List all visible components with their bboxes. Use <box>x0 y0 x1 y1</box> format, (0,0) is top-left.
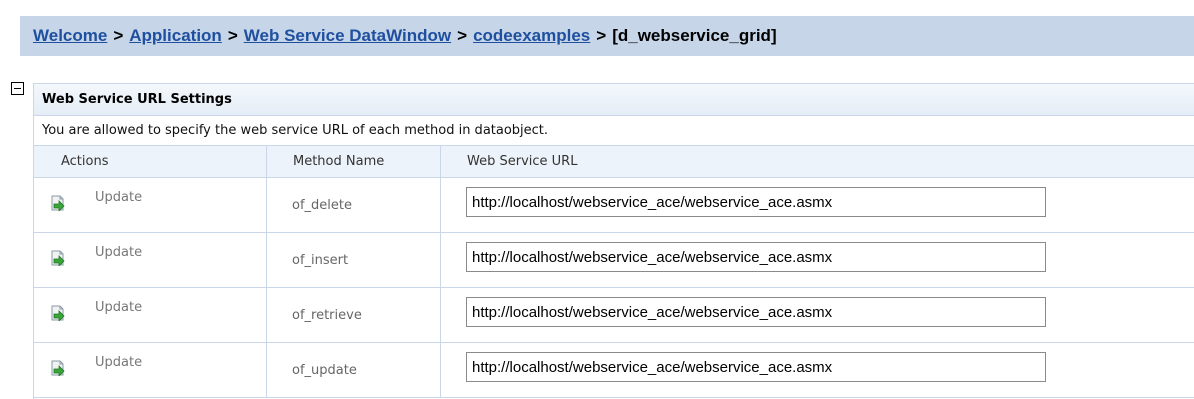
url-cell <box>441 233 1194 287</box>
update-icon[interactable] <box>50 360 66 376</box>
update-link[interactable]: Update <box>95 355 142 370</box>
panel-description: You are allowed to specify the web servi… <box>34 116 1194 146</box>
url-cell <box>441 343 1194 397</box>
web-service-url-input[interactable] <box>466 242 1046 272</box>
table-row: Update of_retrieve <box>34 288 1194 343</box>
breadcrumb-link-welcome[interactable]: Welcome <box>33 26 107 46</box>
update-link[interactable]: Update <box>95 245 142 260</box>
method-name: of_retrieve <box>292 308 362 323</box>
update-link[interactable]: Update <box>95 300 142 315</box>
breadcrumb-current: [d_webservice_grid] <box>612 26 777 45</box>
method-name-cell: of_delete <box>267 178 441 232</box>
web-service-url-input[interactable] <box>466 352 1046 382</box>
breadcrumb-separator: > <box>227 26 238 45</box>
actions-cell: Update <box>34 343 267 397</box>
method-name-cell: of_update <box>267 343 441 397</box>
url-cell <box>441 178 1194 232</box>
actions-cell: Update <box>34 233 267 287</box>
update-icon[interactable] <box>50 195 66 211</box>
table-row: Update of_update <box>34 343 1194 398</box>
grid-header: Actions Method Name Web Service URL <box>34 146 1194 178</box>
breadcrumb-separator: > <box>596 26 607 45</box>
column-header-actions: Actions <box>34 146 267 177</box>
column-header-web-service-url: Web Service URL <box>467 154 578 169</box>
breadcrumb-link-application[interactable]: Application <box>129 26 222 46</box>
breadcrumb: Welcome > Application > Web Service Data… <box>20 16 1194 56</box>
panel-title: Web Service URL Settings <box>34 84 1194 116</box>
url-cell <box>441 288 1194 342</box>
breadcrumb-separator: > <box>113 26 124 45</box>
table-row: Update of_delete <box>34 178 1194 233</box>
breadcrumb-link-codeexamples[interactable]: codeexamples <box>473 26 590 46</box>
method-name-cell: of_insert <box>267 233 441 287</box>
method-name: of_insert <box>292 253 349 268</box>
method-name-cell: of_retrieve <box>267 288 441 342</box>
web-service-url-input[interactable] <box>466 187 1046 217</box>
method-name: of_delete <box>292 198 352 213</box>
update-link[interactable]: Update <box>95 190 142 205</box>
breadcrumb-link-web-service-datawindow[interactable]: Web Service DataWindow <box>244 26 451 46</box>
actions-cell: Update <box>34 178 267 232</box>
web-service-url-settings-panel: Web Service URL Settings You are allowed… <box>33 83 1194 399</box>
column-header-method-name: Method Name <box>267 146 441 177</box>
update-icon[interactable] <box>50 250 66 266</box>
grid-body: Update of_delete Update of_insert <box>34 178 1194 398</box>
web-service-url-input[interactable] <box>466 297 1046 327</box>
table-row: Update of_insert <box>34 233 1194 288</box>
method-name: of_update <box>292 363 357 378</box>
collapse-icon[interactable] <box>11 82 24 95</box>
update-icon[interactable] <box>50 305 66 321</box>
breadcrumb-separator: > <box>457 26 468 45</box>
actions-cell: Update <box>34 288 267 342</box>
